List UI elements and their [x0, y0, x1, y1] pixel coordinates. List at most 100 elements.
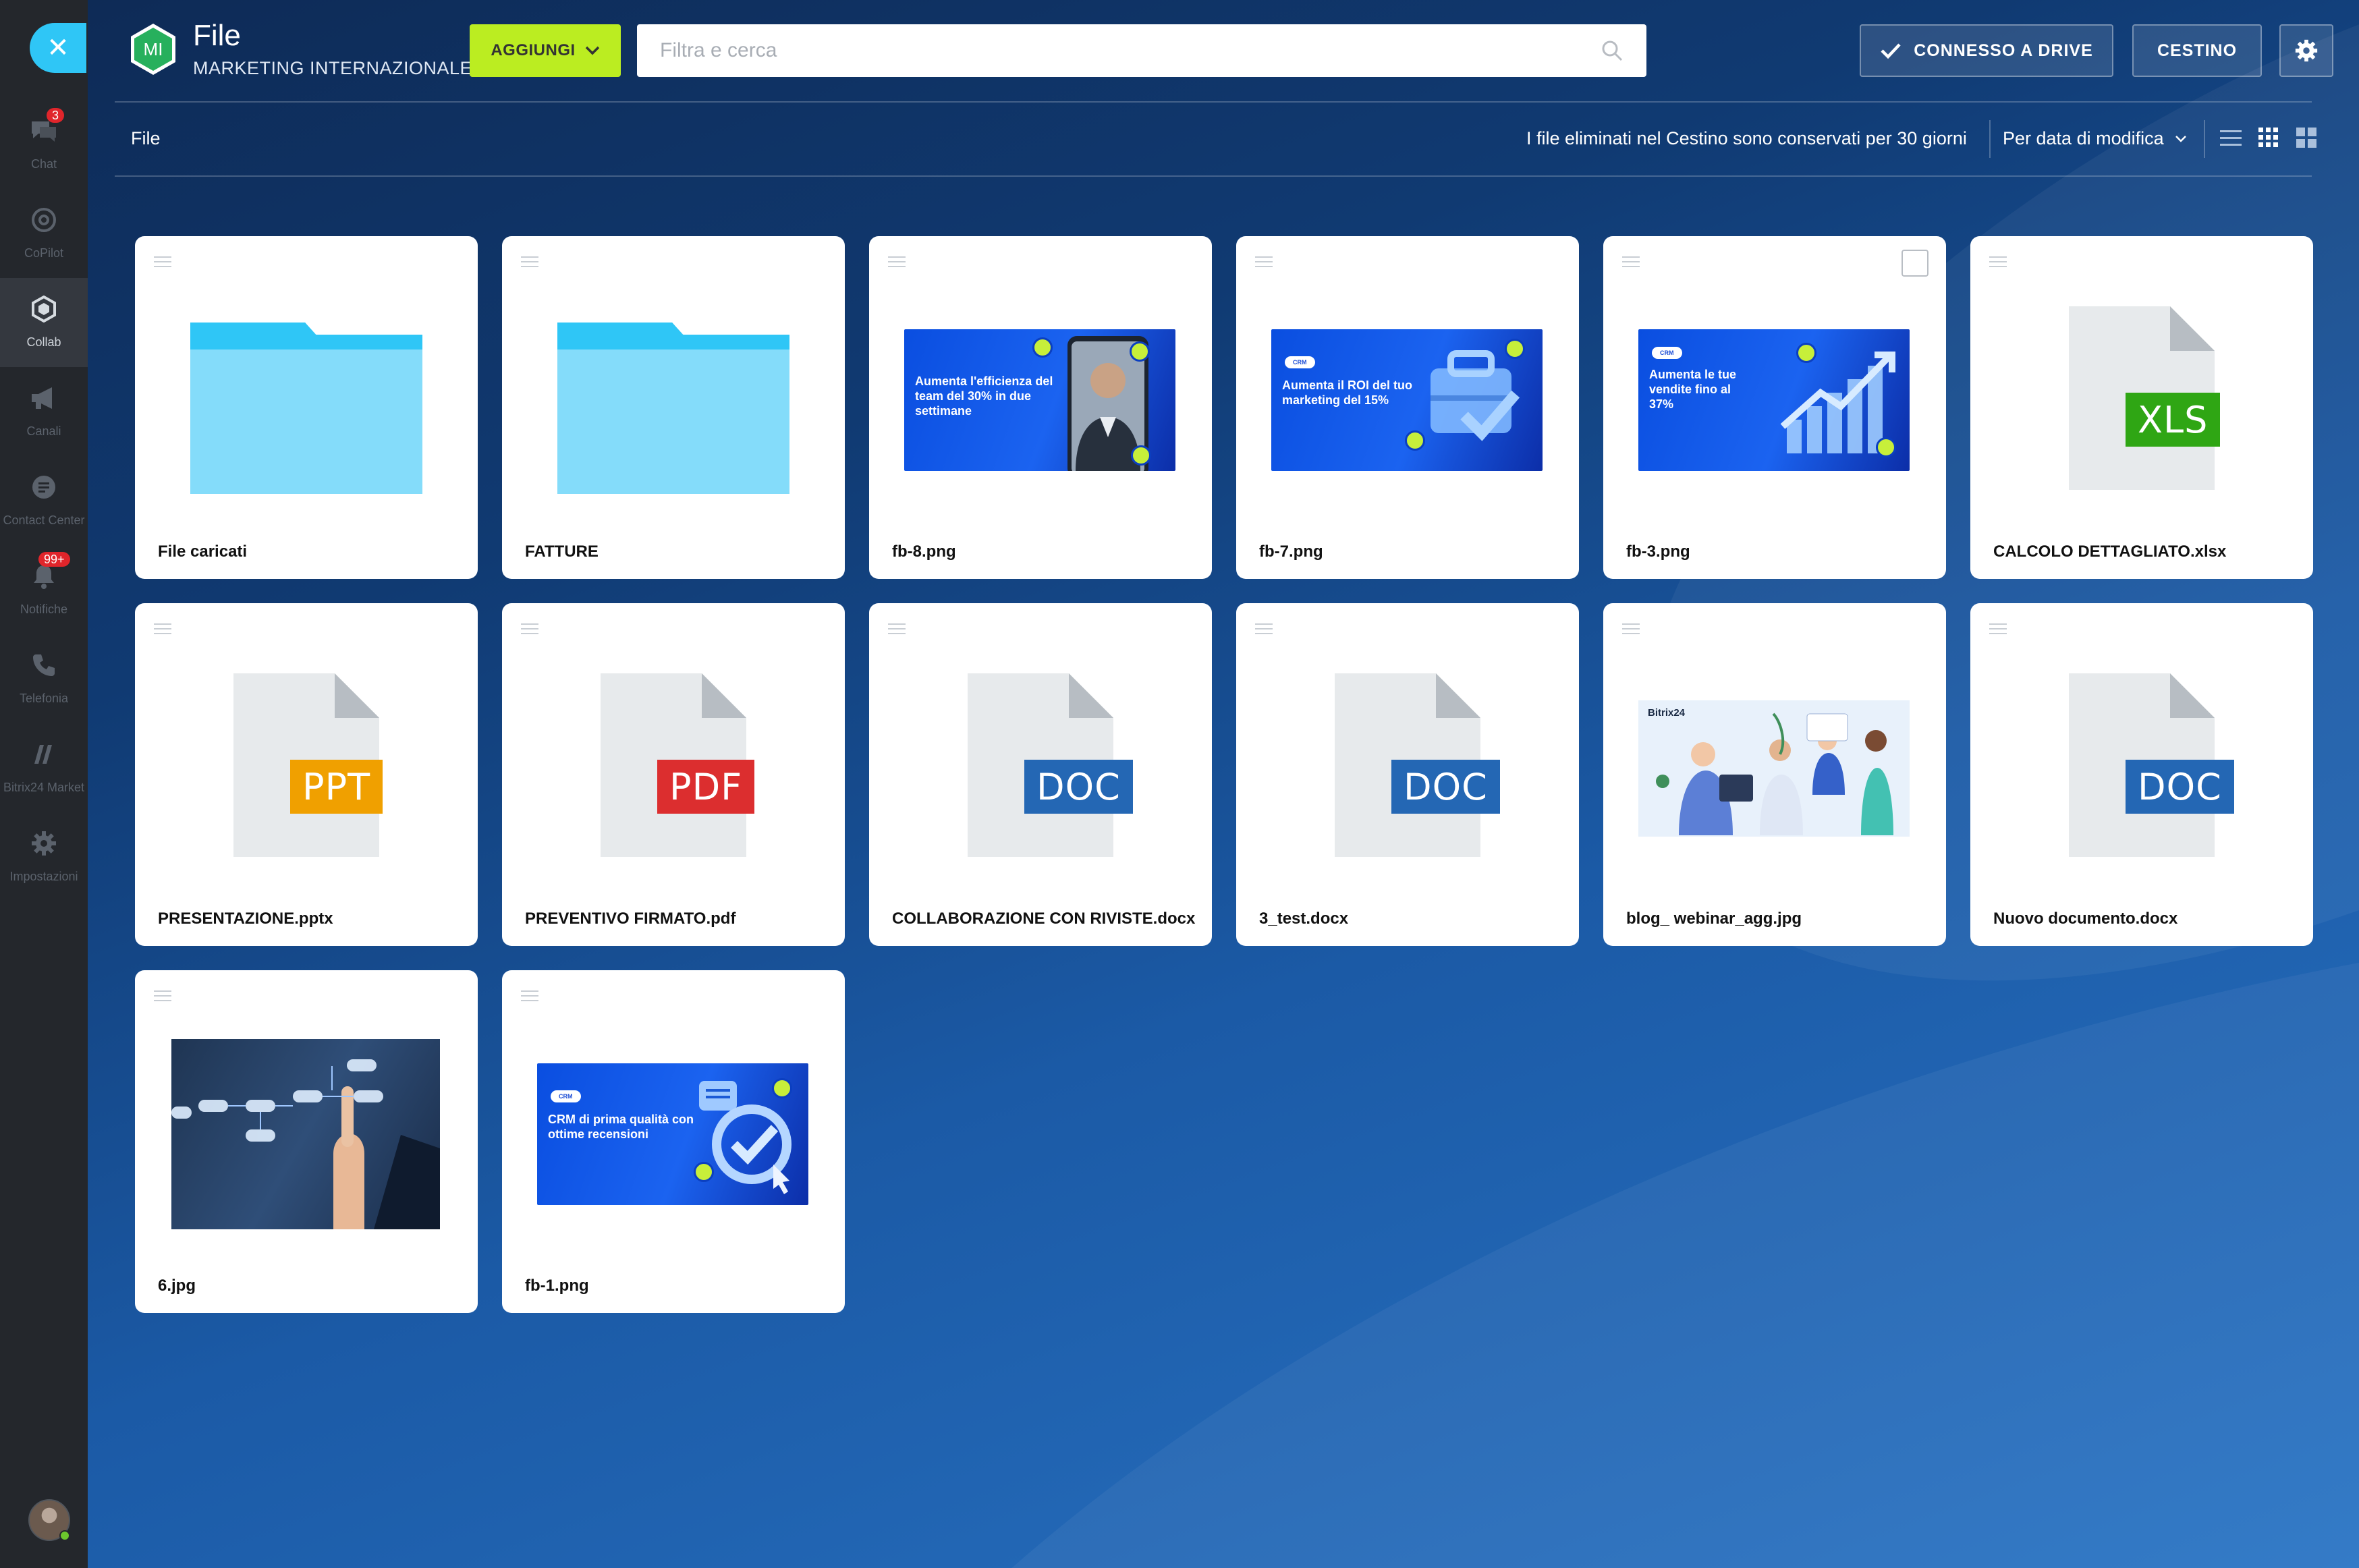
- sidebar-item-notifiche[interactable]: 99+ Notifiche: [0, 545, 88, 634]
- close-slider-button[interactable]: ✕: [30, 23, 86, 73]
- file-name: blog_ webinar_agg.jpg: [1626, 909, 1802, 928]
- image-thumbnail: Aumenta l'efficienza del team del 30% in…: [904, 329, 1175, 471]
- file-card[interactable]: 6.jpg: [135, 970, 478, 1313]
- file-name: COLLABORAZIONE CON RIVISTE.docx: [892, 909, 1196, 928]
- list-view-icon[interactable]: [2219, 125, 2243, 150]
- drag-handle-icon[interactable]: [1989, 256, 2007, 267]
- add-button-label: AGGIUNGI: [491, 41, 576, 59]
- promo-text: CRM di prima qualità con ottime recensio…: [548, 1113, 694, 1141]
- grid-view-icon[interactable]: [2256, 125, 2281, 150]
- drag-handle-icon[interactable]: [888, 623, 906, 634]
- search-icon[interactable]: [1601, 39, 1623, 62]
- badge-icon: [1405, 430, 1425, 451]
- select-checkbox[interactable]: [1902, 250, 1928, 277]
- search-bar[interactable]: [637, 24, 1646, 77]
- crm-pill: CRM: [551, 1090, 581, 1102]
- tile-view-icon[interactable]: [2294, 125, 2319, 150]
- badge-icon: [1131, 445, 1151, 466]
- settings-button[interactable]: [2279, 24, 2333, 77]
- drag-handle-icon[interactable]: [1622, 623, 1640, 634]
- file-name: fb-1.png: [525, 1277, 589, 1295]
- sidebar-item-label: Chat: [30, 157, 57, 171]
- crm-pill: CRM: [1652, 347, 1682, 359]
- file-card[interactable]: CRM Aumenta il ROI del tuo marketing del…: [1236, 236, 1579, 579]
- file-card[interactable]: DOC Nuovo documento.docx: [1970, 603, 2313, 946]
- sidebar-item-label: Notifiche: [20, 603, 68, 616]
- pdf-file-badge: PDF: [657, 760, 755, 814]
- file-name: fb-8.png: [892, 542, 956, 561]
- collab-icon: [30, 295, 57, 327]
- drive-button-label: CONNESSO A DRIVE: [1914, 40, 2093, 60]
- sidebar-item-market[interactable]: Bitrix24 Market: [0, 723, 88, 812]
- badge-icon: [1130, 341, 1150, 362]
- drag-handle-icon[interactable]: [154, 990, 171, 1001]
- sidebar-item-label: Telefonia: [19, 692, 69, 705]
- notifications-badge: 99+: [38, 552, 70, 567]
- sidebar-item-canali[interactable]: Canali: [0, 367, 88, 456]
- header-divider: [115, 101, 2312, 103]
- chat-icon: 3: [29, 108, 65, 149]
- drag-handle-icon[interactable]: [521, 990, 538, 1001]
- sidebar-item-label: Bitrix24 Market: [3, 781, 85, 794]
- sidebar-item-telefonia[interactable]: Telefonia: [0, 634, 88, 723]
- file-card[interactable]: CRM Aumenta le tue vendite fino al 37% f…: [1603, 236, 1946, 579]
- add-button[interactable]: AGGIUNGI: [470, 24, 621, 77]
- file-card[interactable]: Aumenta l'efficienza del team del 30% in…: [869, 236, 1212, 579]
- file-name: File caricati: [158, 542, 248, 561]
- file-card[interactable]: DOC COLLABORAZIONE CON RIVISTE.docx: [869, 603, 1212, 946]
- file-name: 6.jpg: [158, 1277, 196, 1295]
- chevron-down-icon: [2175, 135, 2186, 142]
- drag-handle-icon[interactable]: [1989, 623, 2007, 634]
- bell-icon: 99+: [30, 552, 70, 594]
- file-card[interactable]: CRM CRM di prima qualità con ottime rece…: [502, 970, 845, 1313]
- breadcrumb[interactable]: File: [131, 128, 161, 149]
- file-card[interactable]: PPT PRESENTAZIONE.pptx: [135, 603, 478, 946]
- sidebar-item-chat[interactable]: 3 Chat: [0, 100, 88, 189]
- sort-dropdown[interactable]: Per data di modifica: [2003, 128, 2187, 149]
- close-icon: ✕: [47, 32, 70, 63]
- connected-to-drive-button[interactable]: CONNESSO A DRIVE: [1860, 24, 2113, 77]
- search-input[interactable]: [660, 27, 1591, 74]
- copilot-icon: [30, 206, 57, 238]
- file-card[interactable]: File caricati: [135, 236, 478, 579]
- sidebar-item-label: Contact Center: [3, 513, 85, 527]
- file-card[interactable]: DOC 3_test.docx: [1236, 603, 1579, 946]
- file-card[interactable]: FATTURE: [502, 236, 845, 579]
- drag-handle-icon[interactable]: [1255, 623, 1273, 634]
- drag-handle-icon[interactable]: [1622, 256, 1640, 267]
- drag-handle-icon[interactable]: [521, 256, 538, 267]
- trash-button-label: CESTINO: [2157, 40, 2238, 60]
- chevron-down-icon: [585, 46, 599, 55]
- doc-file-badge: DOC: [2126, 760, 2234, 814]
- sidebar-item-impostazioni[interactable]: Impostazioni: [0, 812, 88, 901]
- check-icon: [1881, 43, 1901, 59]
- image-thumbnail: CRM CRM di prima qualità con ottime rece…: [537, 1063, 808, 1205]
- sidebar-item-label: Collab: [26, 335, 61, 349]
- sidebar-item-copilot[interactable]: CoPilot: [0, 189, 88, 278]
- sidebar-item-label: Canali: [26, 424, 61, 438]
- sidebar-item-collab[interactable]: Collab: [0, 278, 88, 367]
- badge-icon: [772, 1078, 792, 1098]
- badge-icon: [1796, 343, 1816, 363]
- drag-handle-icon[interactable]: [154, 623, 171, 634]
- badge-icon: [1032, 337, 1053, 358]
- drag-handle-icon[interactable]: [154, 256, 171, 267]
- contact-center-icon: [30, 474, 57, 505]
- toolbar-divider: [115, 175, 2312, 177]
- left-sidebar: ✕ 3 Chat CoPilot Collab Canali Contact C…: [0, 0, 88, 1568]
- file-card[interactable]: PDF PREVENTIVO FIRMATO.pdf: [502, 603, 845, 946]
- gear-icon: [30, 830, 57, 862]
- trash-button[interactable]: CESTINO: [2132, 24, 2262, 77]
- drag-handle-icon[interactable]: [521, 623, 538, 634]
- people-illustration: [1656, 712, 1893, 835]
- promo-text: Aumenta il ROI del tuo marketing del 15%: [1282, 379, 1413, 407]
- drag-handle-icon[interactable]: [888, 256, 906, 267]
- file-card[interactable]: XLS CALCOLO DETTAGLIATO.xlsx: [1970, 236, 2313, 579]
- page-title: File: [193, 19, 241, 52]
- drag-handle-icon[interactable]: [1255, 256, 1273, 267]
- badge-icon: [694, 1162, 714, 1182]
- sidebar-item-contact-center[interactable]: Contact Center: [0, 456, 88, 545]
- phone-icon: [30, 652, 57, 683]
- file-card[interactable]: Bitrix24 blog_ webinar_agg.jpg: [1603, 603, 1946, 946]
- sort-label: Per data di modifica: [2003, 128, 2164, 148]
